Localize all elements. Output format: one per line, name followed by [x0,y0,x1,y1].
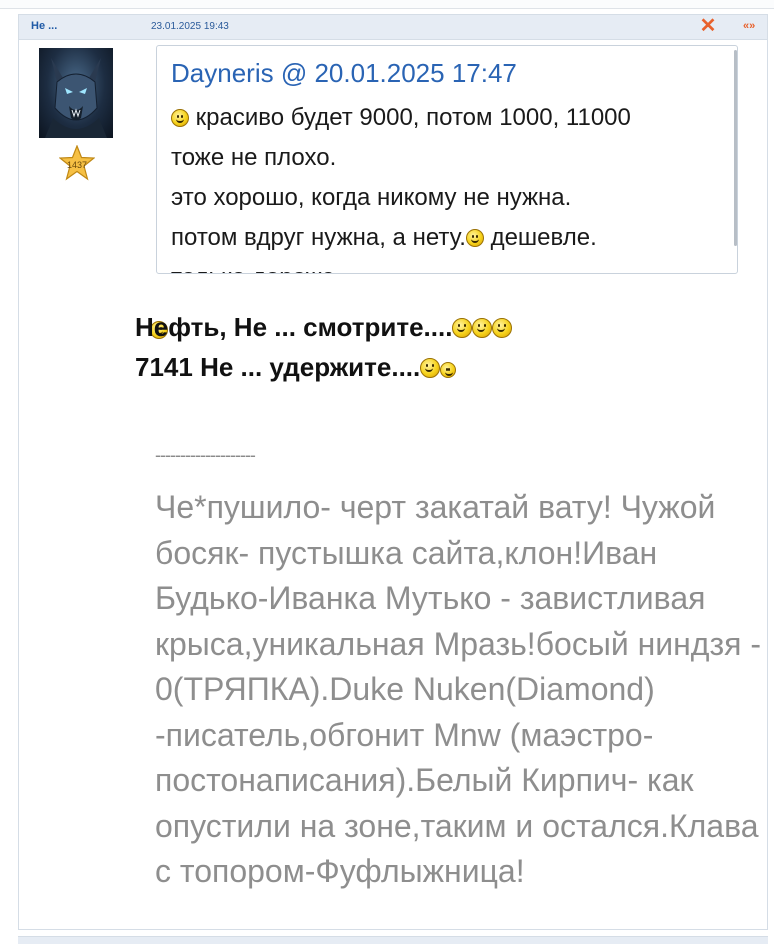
confused-smiley-icon [472,318,493,338]
quote-line: потом вдруг нужна, а нету. дешевле. [171,224,597,251]
wink-smiley-icon [492,318,513,338]
grinning-smiley-icon [465,229,484,247]
forum-post: Не ... 23.01.2025 19:43 ✕ «» 1437 Dayner… [18,14,768,930]
rank-number: 1437 [67,160,87,170]
previous-post-edge [0,0,774,9]
quote-box: Dayneris @ 20.01.2025 17:47 красиво буде… [156,45,738,274]
post-date: 23.01.2025 19:43 [151,21,229,32]
signature-text: Че*пушило- черт закатай вату! Чужой бося… [155,489,762,889]
laughing-smiley-icon [171,109,189,127]
quote-line: это хорошо, когда никому не нужна. [171,184,572,211]
quote-line: тоже не плохо. [171,144,337,171]
wolf-avatar-image [45,58,107,138]
quote-scrollbar[interactable] [734,50,737,246]
crazy-smiley-icon [440,362,457,378]
signature-divider: -------------------- [155,445,256,465]
avatar[interactable] [39,48,113,138]
quote-author[interactable]: Dayneris [171,58,274,88]
quote-line: красиво будет 9000, потом 1000, 11000 [171,98,731,138]
dizzy-smiley-icon [420,358,441,378]
quote-header[interactable]: Dayneris @ 20.01.2025 17:47 [171,58,517,89]
quote-text: красиво будет 9000, потом 1000, 11000 то… [171,98,731,273]
quote-button[interactable]: «» [743,20,755,32]
quote-line-cut: только дороже [171,258,731,273]
close-x-icon[interactable]: ✕ [699,16,717,36]
post-author-link[interactable]: Не ... [31,20,57,32]
rank-star-icon: 1437 [59,145,95,181]
surprised-smiley-icon [452,318,473,338]
message-line-2: 7141 Не ... удержите.... [135,347,755,387]
message-line-1: Нефть, Не ... смотрите.... [135,307,755,347]
message-bold-lines: Нефть, Не ... смотрите.... 7141 Не ... у… [135,307,755,387]
quote-date[interactable]: 20.01.2025 17:47 [314,58,516,88]
quote-at-sign: @ [280,58,308,88]
post-header: Не ... 23.01.2025 19:43 ✕ «» [19,15,767,40]
